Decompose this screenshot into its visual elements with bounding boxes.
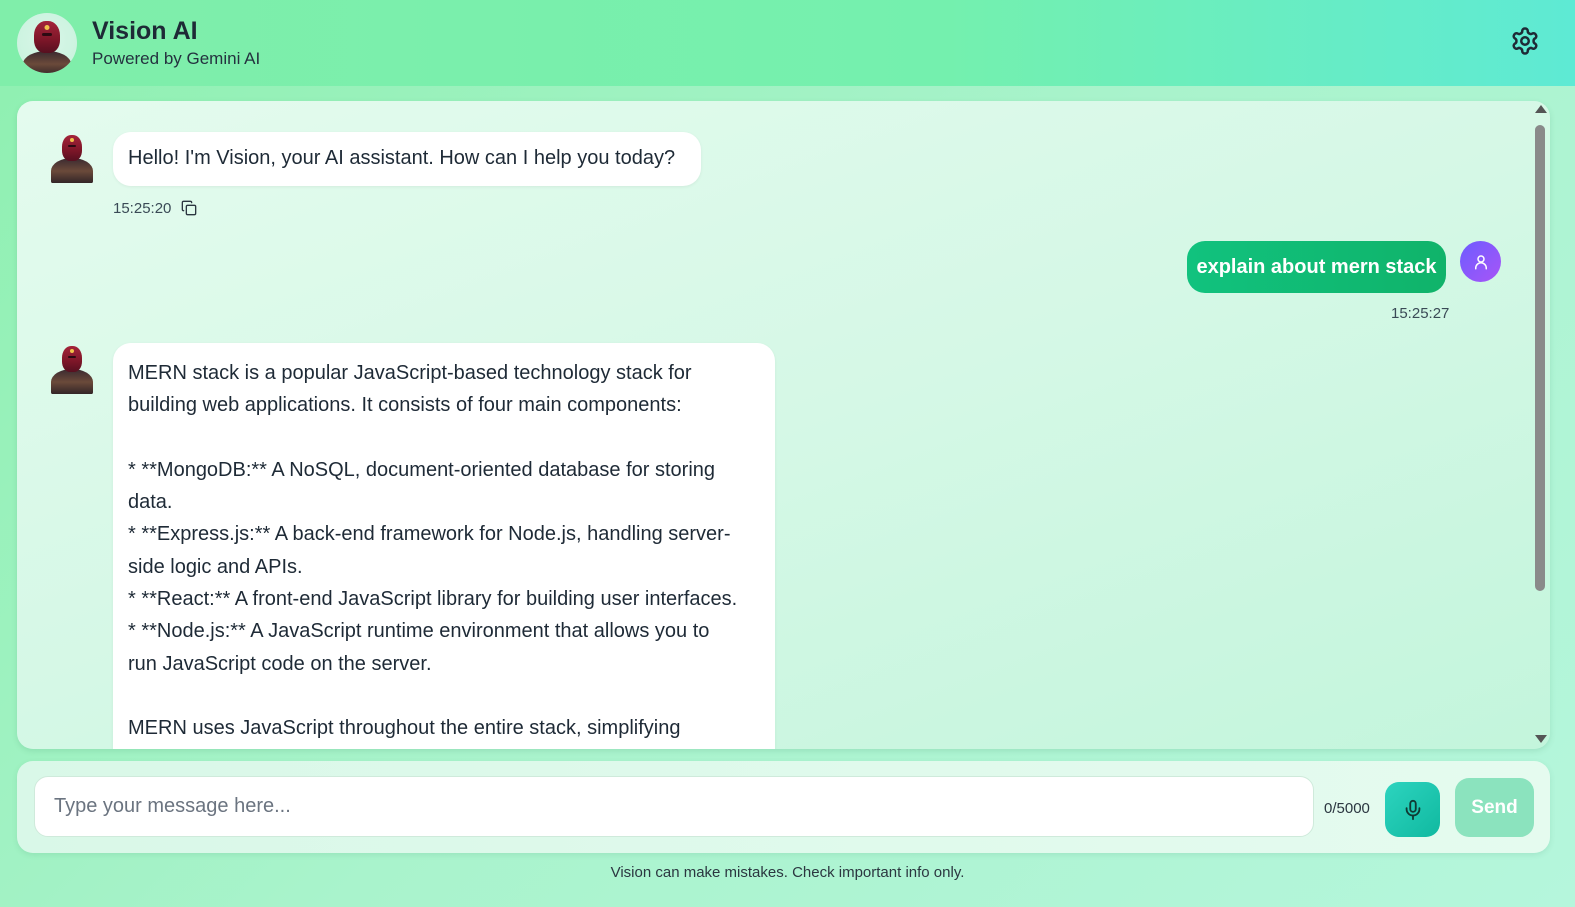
message-line: MERN stack is a popular JavaScript-based… <box>128 362 692 384</box>
assistant-avatar <box>50 344 94 394</box>
message-line: * **Express.js:** A back-end framework f… <box>128 523 731 546</box>
send-button[interactable]: Send <box>1455 778 1534 837</box>
message-line: data. <box>128 491 173 514</box>
message-line: * **React:** A front-end JavaScript libr… <box>128 588 738 611</box>
microphone-icon <box>1405 799 1420 820</box>
message-input[interactable] <box>34 776 1314 837</box>
vision-avatar-icon <box>17 13 77 73</box>
message-line: * **MongoDB:** A NoSQL, document-oriente… <box>128 458 716 481</box>
gear-icon <box>1512 27 1538 55</box>
disclaimer: Vision can make mistakes. Check importan… <box>610 864 965 881</box>
app-header: Vision AI Powered by Gemini AI <box>0 0 1575 86</box>
settings-button[interactable] <box>1508 24 1542 58</box>
assistant-message: MERN stack is a popular JavaScript-based… <box>113 343 775 749</box>
microphone-button[interactable] <box>1385 782 1440 837</box>
message-line: building web applications. It consists o… <box>128 394 682 417</box>
message-line: * **Node.js:** A JavaScript runtime envi… <box>128 620 710 643</box>
chat-scroll-viewport: MERN stack is a popular JavaScript-based… <box>17 101 1530 749</box>
message-line: run JavaScript code on the server. <box>128 652 432 675</box>
scrollbar-thumb[interactable] <box>1535 125 1545 591</box>
app-subtitle: Powered by Gemini AI <box>92 49 261 68</box>
message-line: MERN uses JavaScript throughout the enti… <box>128 717 681 740</box>
chat-scrollbar[interactable] <box>1531 101 1549 749</box>
character-count: 0/5000 <box>1324 800 1370 817</box>
message-line: side logic and APIs. <box>128 555 303 578</box>
brand: Vision AI Powered by Gemini AI <box>92 16 260 70</box>
app-title: Vision AI <box>92 17 198 45</box>
scroll-down-arrow-icon[interactable] <box>1535 735 1547 743</box>
scroll-up-arrow-icon[interactable] <box>1535 105 1547 113</box>
